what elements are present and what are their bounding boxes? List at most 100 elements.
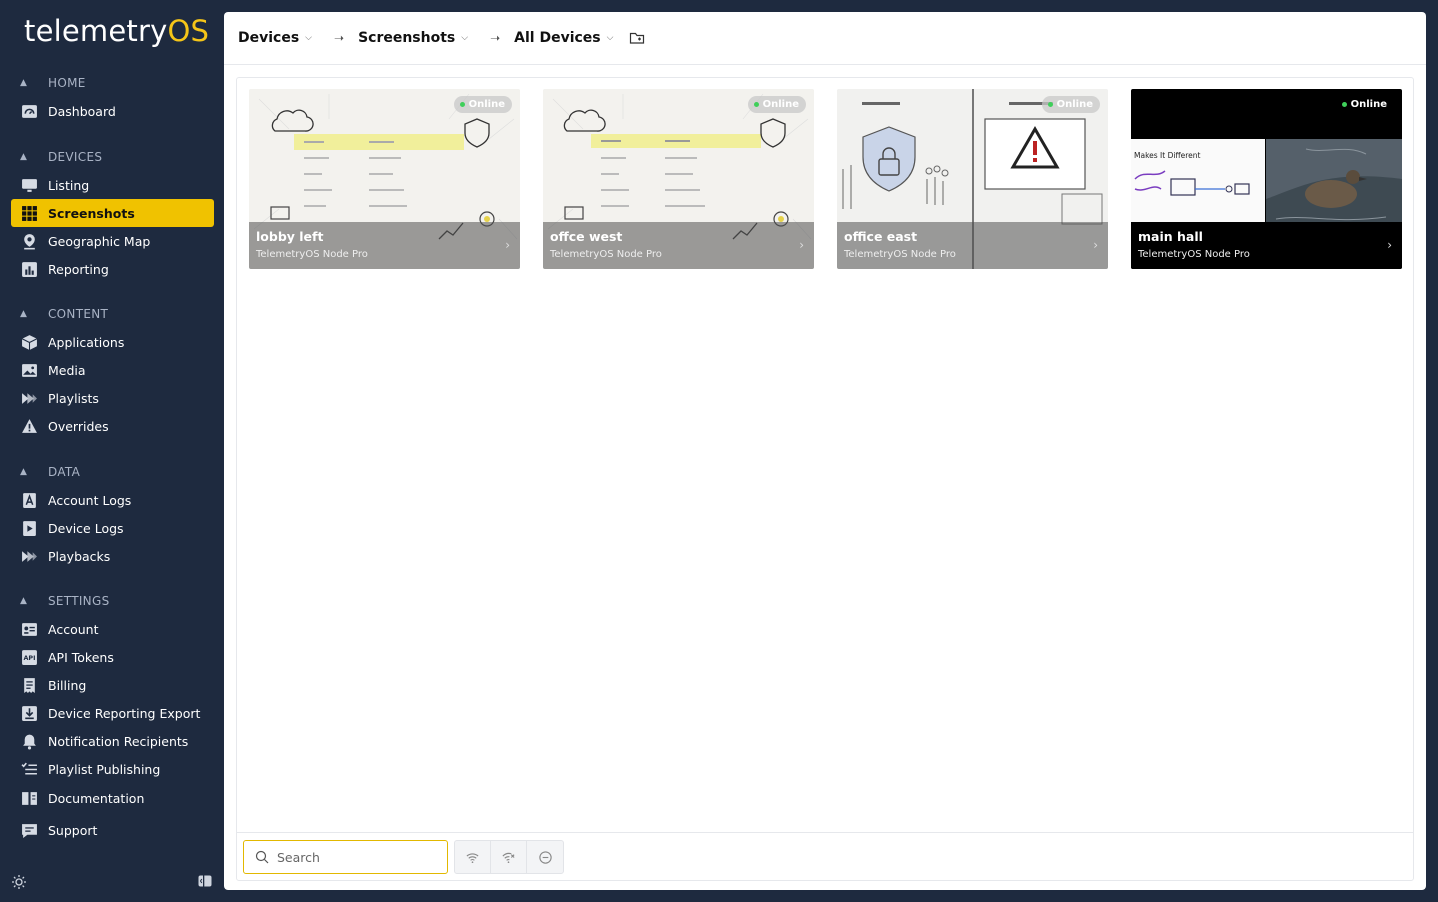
sidebar-item-playlist-publishing[interactable]: Playlist Publishing: [11, 755, 214, 783]
wifi-off-icon: [502, 852, 515, 863]
section-settings[interactable]: ▲ SETTINGS: [20, 593, 109, 609]
device-card[interactable]: Online offce west TelemetryOS Node Pro ›: [543, 89, 814, 269]
offline-filter-button[interactable]: [491, 841, 527, 873]
sidebar-item-api-tokens[interactable]: API API Tokens: [11, 643, 214, 671]
svg-text:API: API: [24, 654, 36, 662]
device-name: office east: [844, 229, 918, 244]
sidebar-item-billing[interactable]: Billing: [11, 671, 214, 699]
map-pin-icon: [11, 233, 48, 250]
caret-up-icon: ▲: [20, 78, 28, 88]
chevron-down-icon: ⌵: [606, 33, 614, 43]
list-check-icon: [11, 761, 48, 778]
breadcrumb: Devices ⌵ ➝ Screenshots ⌵ ➝ All Devices ⌵: [224, 12, 1426, 65]
sidebar-item-account-logs[interactable]: Account Logs: [11, 486, 214, 514]
sidebar-item-dashboard[interactable]: Dashboard: [11, 97, 214, 125]
online-filter-button[interactable]: [455, 841, 491, 873]
sidebar: telemetryOS ▲ HOME Dashboard ▲ DEVICES Lis…: [0, 0, 224, 902]
filter-bar: [237, 832, 1413, 880]
online-dot-icon: [459, 102, 465, 107]
sidebar-item-reporting[interactable]: Reporting: [11, 255, 214, 283]
search-input[interactable]: [277, 849, 437, 865]
online-dot-icon: [753, 102, 759, 107]
section-content[interactable]: ▲ CONTENT: [20, 306, 108, 322]
breadcrumb-all-devices[interactable]: All Devices ⌵: [514, 30, 613, 46]
sidebar-item-geographic-map[interactable]: Geographic Map: [11, 227, 214, 255]
box-icon: [11, 334, 48, 351]
breadcrumb-devices[interactable]: Devices ⌵: [238, 30, 312, 46]
sidebar-item-support[interactable]: Support: [11, 816, 214, 844]
status-badge: Online: [453, 96, 512, 113]
sidebar-item-playlists[interactable]: Playlists: [11, 384, 214, 412]
image-icon: [11, 362, 48, 379]
online-dot-icon: [1341, 102, 1347, 107]
status-badge: Online: [747, 96, 806, 113]
bell-icon: [11, 733, 48, 750]
screenshot-caption: Makes It Different: [1134, 151, 1201, 160]
folder-add-icon[interactable]: [629, 30, 645, 46]
device-model: TelemetryOS Node Pro: [550, 249, 662, 260]
device-model: TelemetryOS Node Pro: [256, 249, 368, 260]
device-model: TelemetryOS Node Pro: [844, 249, 956, 260]
grid-icon: [11, 205, 48, 222]
sidebar-item-media[interactable]: Media: [11, 356, 214, 384]
id-card-icon: [11, 621, 48, 638]
chevron-right-icon: ›: [505, 238, 510, 252]
device-card[interactable]: Makes It Different Online main hall Tele…: [1131, 89, 1402, 269]
sidebar-item-account[interactable]: Account: [11, 615, 214, 643]
caret-up-icon: ▲: [20, 309, 28, 319]
device-name: main hall: [1138, 229, 1203, 244]
device-card[interactable]: Online office east TelemetryOS Node Pro …: [837, 89, 1108, 269]
disabled-filter-button[interactable]: [527, 841, 563, 873]
main-panel: Devices ⌵ ➝ Screenshots ⌵ ➝ All Devices ⌵: [224, 12, 1426, 890]
section-devices[interactable]: ▲ DEVICES: [20, 149, 102, 165]
logo-text: telemetry: [24, 14, 168, 48]
sidebar-item-listing[interactable]: Listing: [11, 171, 214, 199]
chevron-down-icon: ⌵: [461, 33, 469, 43]
sidebar-item-applications[interactable]: Applications: [11, 328, 214, 356]
download-icon: [11, 705, 48, 722]
section-data[interactable]: ▲ DATA: [20, 464, 80, 480]
device-name: lobby left: [256, 229, 324, 244]
screenshot-gallery: Online lobby left TelemetryOS Node Pro ›: [236, 77, 1414, 881]
section-home[interactable]: ▲ HOME: [20, 75, 86, 91]
arrow-right-icon: ➝: [334, 31, 345, 45]
caret-up-icon: ▲: [20, 596, 28, 606]
sidebar-item-device-reporting-export[interactable]: Device Reporting Export: [11, 699, 214, 727]
sidebar-item-playbacks[interactable]: Playbacks: [11, 542, 214, 570]
search-box[interactable]: [243, 840, 448, 874]
sidebar-item-screenshots[interactable]: Screenshots: [11, 199, 214, 227]
theme-sun-icon[interactable]: [11, 874, 27, 890]
dashboard-icon: [11, 103, 48, 120]
status-filter-group: [454, 840, 564, 874]
sidebar-item-overrides[interactable]: Overrides: [11, 412, 214, 440]
receipt-icon: [11, 677, 48, 694]
device-log-icon: [11, 520, 48, 537]
device-card[interactable]: Online lobby left TelemetryOS Node Pro ›: [249, 89, 520, 269]
device-model: TelemetryOS Node Pro: [1138, 249, 1250, 260]
monitor-icon: [11, 177, 48, 194]
chevron-right-icon: ›: [1387, 238, 1392, 252]
arrow-right-icon: ➝: [490, 31, 501, 45]
warning-icon: [11, 418, 48, 435]
minus-circle-icon: [538, 850, 552, 864]
playlist-icon: [11, 390, 48, 407]
account-log-icon: [11, 492, 48, 509]
logo[interactable]: telemetryOS: [24, 14, 209, 48]
sidebar-item-device-logs[interactable]: Device Logs: [11, 514, 214, 542]
collapse-sidebar-icon[interactable]: [198, 874, 212, 888]
logo-accent: OS: [167, 14, 210, 48]
breadcrumb-screenshots[interactable]: Screenshots ⌵: [358, 30, 468, 46]
caret-up-icon: ▲: [20, 152, 28, 162]
bar-chart-icon: [11, 261, 48, 278]
online-dot-icon: [1047, 102, 1053, 107]
sidebar-item-notification-recipients[interactable]: Notification Recipients: [11, 727, 214, 755]
chat-icon: [11, 822, 48, 839]
book-icon: [11, 790, 48, 807]
caret-up-icon: ▲: [20, 467, 28, 477]
status-badge: Online: [1336, 96, 1394, 113]
search-icon: [255, 850, 269, 864]
sidebar-item-documentation[interactable]: Documentation: [11, 784, 214, 812]
chevron-right-icon: ›: [1093, 238, 1098, 252]
device-grid: Online lobby left TelemetryOS Node Pro ›: [249, 89, 1402, 269]
device-name: offce west: [550, 229, 623, 244]
